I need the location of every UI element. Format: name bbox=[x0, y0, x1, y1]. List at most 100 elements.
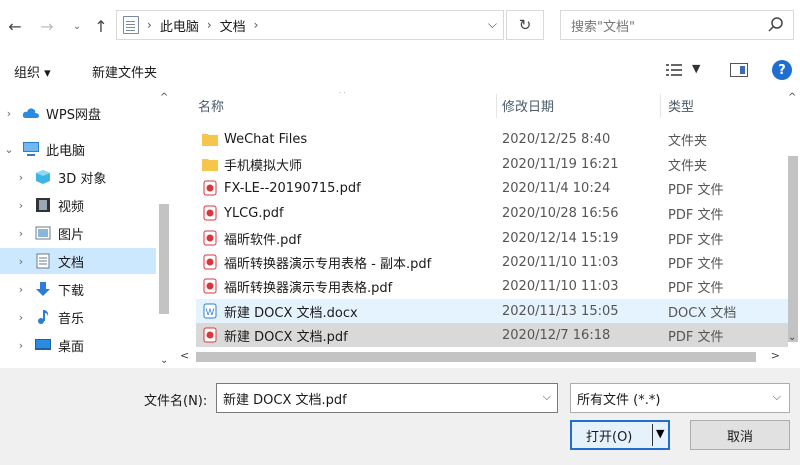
refresh-icon: ↻ bbox=[518, 16, 532, 34]
file-date: 2020/11/13 15:05 bbox=[502, 303, 619, 319]
preview-pane-icon[interactable] bbox=[730, 63, 748, 77]
filename-input[interactable]: 新建 DOCX 文档.pdf ⌵ bbox=[216, 383, 558, 413]
view-options-icon[interactable] bbox=[666, 63, 682, 77]
scroll-down-icon[interactable]: ⌄ bbox=[788, 332, 796, 343]
chevron-down-icon[interactable]: ⌵ bbox=[773, 390, 781, 404]
3d-objects-icon bbox=[34, 169, 52, 185]
recent-locations-button[interactable]: ⌄ bbox=[66, 14, 88, 38]
search-placeholder: 搜索"文档" bbox=[571, 19, 635, 35]
column-header-date[interactable]: 修改日期 bbox=[502, 96, 554, 115]
file-date: 2020/11/10 11:03 bbox=[502, 278, 619, 294]
chevron-right-icon[interactable]: › bbox=[14, 255, 28, 268]
nav-item-this-pc[interactable]: ⌄ 此电脑 bbox=[0, 136, 156, 162]
nav-item-wps-cloud[interactable]: › WPS网盘 bbox=[0, 100, 156, 126]
nav-item-3d-objects[interactable]: › 3D 对象 bbox=[0, 164, 156, 190]
scrollbar-thumb[interactable] bbox=[159, 204, 169, 314]
navigation-scrollbar[interactable]: ^ ⌄ bbox=[156, 92, 172, 368]
chevron-right-icon[interactable]: › bbox=[14, 339, 28, 352]
back-arrow-icon: ← bbox=[8, 16, 22, 36]
column-divider[interactable] bbox=[496, 94, 497, 118]
list-item[interactable]: W 新建 DOCX 文档.docx 2020/11/13 15:05 DOCX … bbox=[196, 299, 788, 323]
file-name: 新建 DOCX 文档.pdf bbox=[224, 329, 348, 345]
list-item-selected[interactable]: 新建 DOCX 文档.pdf 2020/12/7 16:18 PDF 文件 bbox=[196, 323, 788, 347]
list-item[interactable]: YLCG.pdf 2020/10/28 16:56 PDF 文件 bbox=[196, 201, 788, 225]
breadcrumb-documents[interactable]: 文档 bbox=[220, 16, 246, 35]
file-type: PDF 文件 bbox=[668, 232, 724, 248]
up-button[interactable]: ↑ bbox=[90, 14, 112, 38]
scrollbar-thumb[interactable] bbox=[788, 156, 798, 342]
desktop-icon bbox=[34, 337, 52, 353]
list-item[interactable]: FX-LE--20190715.pdf 2020/11/4 10:24 PDF … bbox=[196, 176, 788, 200]
column-header-type[interactable]: 类型 bbox=[668, 96, 694, 115]
search-icon bbox=[768, 17, 783, 32]
column-header-name[interactable]: 名称 bbox=[198, 96, 224, 115]
chevron-down-icon[interactable]: ⌄ bbox=[2, 143, 16, 156]
filename-label: 文件名(N): bbox=[144, 394, 208, 409]
scroll-up-icon[interactable]: ^ bbox=[788, 92, 796, 103]
chevron-right-icon[interactable]: › bbox=[14, 171, 28, 184]
breadcrumb-this-pc[interactable]: 此电脑 bbox=[160, 16, 199, 35]
documents-icon bbox=[34, 253, 52, 269]
scrollbar-thumb[interactable] bbox=[196, 352, 756, 362]
address-bar[interactable]: › 此电脑 › 文档 › ⌵ bbox=[116, 10, 504, 40]
file-list-vertical-scrollbar[interactable]: ^ ⌄ bbox=[786, 92, 800, 347]
pdf-icon bbox=[202, 229, 218, 247]
file-date: 2020/11/19 16:21 bbox=[502, 156, 619, 172]
help-icon[interactable]: ? bbox=[772, 60, 792, 80]
nav-item-label: WPS网盘 bbox=[46, 107, 101, 123]
view-dropdown-icon[interactable]: ▼ bbox=[692, 62, 700, 75]
column-divider[interactable] bbox=[660, 94, 661, 118]
organize-menu[interactable]: 组织 ▾ bbox=[14, 62, 51, 81]
filename-value: 新建 DOCX 文档.pdf bbox=[223, 392, 347, 408]
nav-item-pictures[interactable]: › 图片 bbox=[0, 220, 156, 246]
list-item[interactable]: 手机模拟大师 2020/11/19 16:21 文件夹 bbox=[196, 152, 788, 176]
forward-button[interactable]: → bbox=[36, 14, 58, 38]
file-type: PDF 文件 bbox=[668, 182, 724, 198]
file-name: YLCG.pdf bbox=[224, 205, 284, 221]
chevron-right-icon[interactable]: › bbox=[14, 199, 28, 212]
breadcrumb-chevron-icon[interactable]: › bbox=[147, 18, 152, 32]
nav-item-label: 此电脑 bbox=[46, 143, 86, 159]
chevron-right-icon[interactable]: › bbox=[14, 227, 28, 240]
list-item[interactable]: WeChat Files 2020/12/25 8:40 文件夹 bbox=[196, 127, 788, 151]
nav-item-music[interactable]: › 音乐 bbox=[0, 304, 156, 330]
search-input[interactable]: 搜索"文档" bbox=[560, 10, 794, 40]
nav-item-documents[interactable]: › 文档 bbox=[0, 248, 156, 274]
file-type-value: 所有文件 (*.*) bbox=[577, 392, 661, 408]
cancel-button[interactable]: 取消 bbox=[690, 420, 790, 450]
chevron-down-icon: ⌄ bbox=[72, 20, 82, 32]
scroll-up-icon[interactable]: ^ bbox=[160, 92, 168, 103]
nav-item-label: 图片 bbox=[58, 227, 85, 243]
chevron-right-icon[interactable]: › bbox=[14, 283, 28, 296]
chevron-down-icon[interactable]: ⌵ bbox=[543, 390, 551, 404]
pdf-icon bbox=[202, 204, 218, 222]
cancel-button-label: 取消 bbox=[726, 429, 753, 445]
chevron-right-icon[interactable]: › bbox=[14, 311, 28, 324]
folder-icon bbox=[202, 130, 218, 148]
file-type-select[interactable]: 所有文件 (*.*) ⌵ bbox=[570, 383, 790, 413]
breadcrumb-chevron-icon[interactable]: › bbox=[254, 18, 259, 32]
list-item[interactable]: 福昕转换器演示专用表格.pdf 2020/11/10 11:03 PDF 文件 bbox=[196, 274, 788, 298]
scroll-down-icon[interactable]: ⌄ bbox=[160, 355, 168, 366]
nav-item-video[interactable]: › 视频 bbox=[0, 192, 156, 218]
new-folder-button[interactable]: 新建文件夹 bbox=[92, 62, 157, 81]
file-list-horizontal-scrollbar[interactable]: < > bbox=[176, 348, 786, 368]
list-item[interactable]: 福昕转换器演示专用表格 - 副本.pdf 2020/11/10 11:03 PD… bbox=[196, 250, 788, 274]
file-date: 2020/10/28 16:56 bbox=[502, 205, 619, 221]
scroll-right-icon[interactable]: > bbox=[771, 349, 780, 362]
chevron-right-icon[interactable]: › bbox=[2, 107, 16, 120]
open-options-dropdown-icon[interactable]: ▼ bbox=[656, 427, 664, 440]
nav-item-downloads[interactable]: › 下载 bbox=[0, 276, 156, 302]
address-dropdown-icon[interactable]: ⌵ bbox=[488, 17, 497, 32]
breadcrumb-chevron-icon[interactable]: › bbox=[207, 18, 212, 32]
pdf-icon bbox=[202, 326, 218, 344]
nav-item-desktop[interactable]: › 桌面 bbox=[0, 332, 156, 358]
scroll-left-icon[interactable]: < bbox=[180, 349, 189, 362]
open-button-label: 打开(O) bbox=[586, 429, 633, 445]
folder-icon bbox=[202, 155, 218, 173]
file-name: 手机模拟大师 bbox=[224, 158, 303, 174]
back-button[interactable]: ← bbox=[4, 14, 26, 38]
open-button[interactable]: 打开(O) ▼ bbox=[570, 420, 670, 450]
list-item[interactable]: 福昕软件.pdf 2020/12/14 15:19 PDF 文件 bbox=[196, 226, 788, 250]
refresh-button[interactable]: ↻ bbox=[506, 10, 544, 40]
